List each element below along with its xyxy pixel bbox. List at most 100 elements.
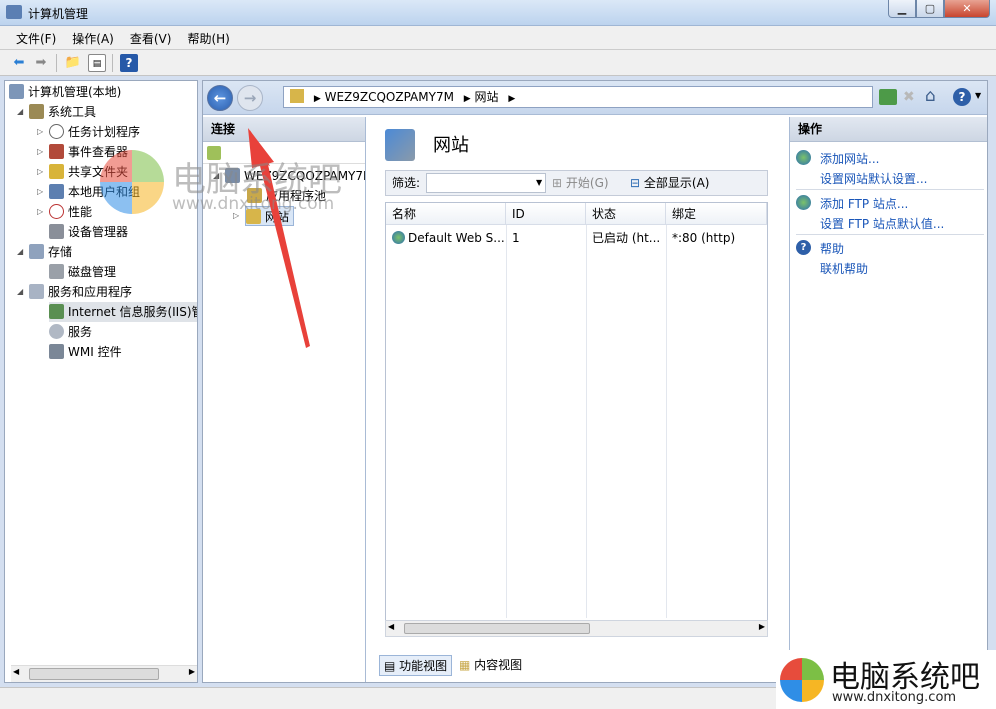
- table-row[interactable]: Default Web S... 1 已启动 (ht... *:80 (http…: [386, 227, 767, 249]
- add-ftp-link[interactable]: 添加 FTP 站点...: [820, 195, 908, 212]
- scroll-right-icon[interactable]: ▶: [189, 667, 195, 676]
- tree-iis[interactable]: Internet 信息服务(IIS)管: [49, 302, 197, 322]
- nav-forward-button[interactable]: →: [237, 85, 263, 111]
- scroll-thumb[interactable]: [404, 623, 590, 634]
- windows-logo-icon: [780, 658, 824, 702]
- tree-services[interactable]: 服务: [49, 322, 92, 342]
- table-horizontal-scrollbar[interactable]: ◀ ▶: [385, 620, 768, 637]
- windows-logo-icon: [100, 150, 164, 214]
- scroll-left-icon[interactable]: ◀: [388, 622, 394, 631]
- stop-icon[interactable]: ✖: [903, 89, 915, 105]
- filter-bar: 筛选: ▼ ⊞ 开始(G) ⊟ 全部显示(A): [385, 170, 768, 196]
- tree-services-apps[interactable]: 服务和应用程序: [29, 282, 132, 302]
- tree-system-tools[interactable]: 系统工具: [29, 102, 96, 122]
- sites-panel: 网站 筛选: ▼ ⊞ 开始(G) ⊟ 全部显示(A) 名称 ID 状态 绑定 D…: [371, 117, 785, 682]
- content-view-icon: ▦: [459, 658, 471, 672]
- scroll-right-icon[interactable]: ▶: [759, 622, 765, 631]
- show-hide-tree-icon[interactable]: ▤: [88, 54, 106, 72]
- window-title: 计算机管理: [28, 7, 89, 21]
- watermark-corner: 电脑系统吧 www.dnxitong.com: [776, 650, 996, 709]
- column-header[interactable]: 绑定: [666, 203, 767, 225]
- site-id-cell: 1: [512, 231, 520, 245]
- column-header[interactable]: ID: [506, 203, 586, 225]
- breadcrumb-sites[interactable]: 网站: [475, 90, 499, 104]
- show-all-button[interactable]: ⊟ 全部显示(A): [630, 171, 709, 195]
- expand-icon[interactable]: ▷: [37, 122, 43, 142]
- collapse-icon[interactable]: ◢: [17, 242, 23, 262]
- show-all-icon: ⊟: [630, 176, 641, 190]
- title-bar: 计算机管理 ▁ ▢ ✕: [0, 0, 996, 26]
- close-button[interactable]: ✕: [944, 0, 990, 18]
- site-defaults-link[interactable]: 设置网站默认设置...: [820, 170, 927, 187]
- menu-view[interactable]: 查看(V): [122, 26, 180, 47]
- start-button[interactable]: ⊞ 开始(G): [552, 171, 609, 195]
- expand-icon[interactable]: ▷: [37, 142, 43, 162]
- tree-disk-management[interactable]: 磁盘管理: [49, 262, 116, 282]
- toolbar: ⬅ ➡ 📁 ▤ ?: [0, 50, 996, 76]
- watermark-center: 电脑系统吧 www.dnxitong.com: [100, 150, 370, 220]
- tree-task-scheduler[interactable]: 任务计划程序: [49, 122, 140, 142]
- chevron-down-icon[interactable]: ▼: [975, 91, 981, 100]
- breadcrumb-server[interactable]: WEZ9ZCQOZPAMY7M: [325, 90, 454, 104]
- scroll-left-icon[interactable]: ◀: [13, 667, 19, 676]
- feature-view-icon: ▤: [384, 659, 396, 673]
- menu-action[interactable]: 操作(A): [64, 26, 122, 47]
- online-help-link[interactable]: 联机帮助: [820, 260, 868, 277]
- tree-device-manager[interactable]: 设备管理器: [49, 222, 128, 242]
- address-bar: ← → ▶ WEZ9ZCQOZPAMY7M ▶ 网站 ▶ ✖ ⌂ ? ▼: [203, 81, 987, 115]
- shared-folder-icon: [49, 164, 64, 179]
- tree-wmi[interactable]: WMI 控件: [49, 342, 122, 362]
- site-name-cell: Default Web S...: [386, 227, 504, 249]
- ftp-defaults-link[interactable]: 设置 FTP 站点默认值...: [820, 215, 944, 232]
- address-box[interactable]: ▶ WEZ9ZCQOZPAMY7M ▶ 网站 ▶: [283, 86, 873, 108]
- users-icon: [49, 184, 64, 199]
- globe-icon: [392, 231, 405, 244]
- menu-help[interactable]: 帮助(H): [179, 26, 237, 47]
- back-icon[interactable]: ⬅: [10, 54, 28, 72]
- column-header[interactable]: 名称: [386, 203, 506, 225]
- tree-performance[interactable]: 性能: [49, 202, 92, 222]
- view-switcher: ▤ 功能视图 ▦ 内容视图: [379, 653, 779, 677]
- iis-icon: [49, 304, 64, 319]
- up-folder-icon[interactable]: 📁: [64, 54, 82, 72]
- help-icon[interactable]: ?: [120, 54, 138, 72]
- storage-icon: [29, 244, 44, 259]
- tree-root[interactable]: 计算机管理(本地): [9, 82, 121, 102]
- site-binding-cell: *:80 (http): [672, 231, 736, 245]
- clock-icon: [49, 124, 64, 139]
- minimize-button[interactable]: ▁: [888, 0, 916, 18]
- help-dropdown-icon[interactable]: ?: [953, 88, 971, 106]
- disk-icon: [49, 264, 64, 279]
- sites-table: 名称 ID 状态 绑定 Default Web S... 1 已启动 (ht..…: [385, 202, 768, 637]
- chevron-down-icon[interactable]: ▼: [536, 171, 542, 195]
- tree-storage[interactable]: 存储: [29, 242, 72, 262]
- maximize-button[interactable]: ▢: [916, 0, 944, 18]
- expand-icon[interactable]: ▷: [37, 162, 43, 182]
- column-header[interactable]: 状态: [586, 203, 666, 225]
- menu-bar: 文件(F) 操作(A) 查看(V) 帮助(H): [0, 26, 996, 50]
- refresh-icon[interactable]: [879, 89, 897, 105]
- scroll-thumb[interactable]: [29, 668, 159, 680]
- collapse-icon[interactable]: ◢: [17, 102, 23, 122]
- expand-icon[interactable]: ▷: [37, 182, 43, 202]
- performance-icon: [49, 204, 64, 219]
- home-icon[interactable]: ⌂: [925, 86, 936, 106]
- forward-icon[interactable]: ➡: [32, 54, 50, 72]
- wmi-icon: [49, 344, 64, 359]
- watermark-url: www.dnxitong.com: [832, 690, 957, 705]
- computer-icon: [9, 84, 24, 99]
- help-link[interactable]: 帮助: [820, 240, 844, 257]
- app-icon: [6, 5, 22, 19]
- nav-back-button[interactable]: ←: [207, 85, 233, 111]
- site-status-cell: 已启动 (ht...: [592, 231, 661, 245]
- menu-file[interactable]: 文件(F): [8, 26, 64, 47]
- filter-label: 筛选:: [392, 176, 421, 190]
- feature-view-tab[interactable]: ▤ 功能视图: [379, 655, 453, 676]
- expand-icon[interactable]: ▷: [37, 202, 43, 222]
- content-view-tab[interactable]: ▦ 内容视图: [459, 656, 522, 673]
- horizontal-scrollbar[interactable]: ◀ ▶: [11, 665, 197, 682]
- sites-large-icon: [385, 129, 415, 161]
- add-site-link[interactable]: 添加网站...: [820, 150, 879, 167]
- filter-input[interactable]: [426, 173, 546, 193]
- collapse-icon[interactable]: ◢: [17, 282, 23, 302]
